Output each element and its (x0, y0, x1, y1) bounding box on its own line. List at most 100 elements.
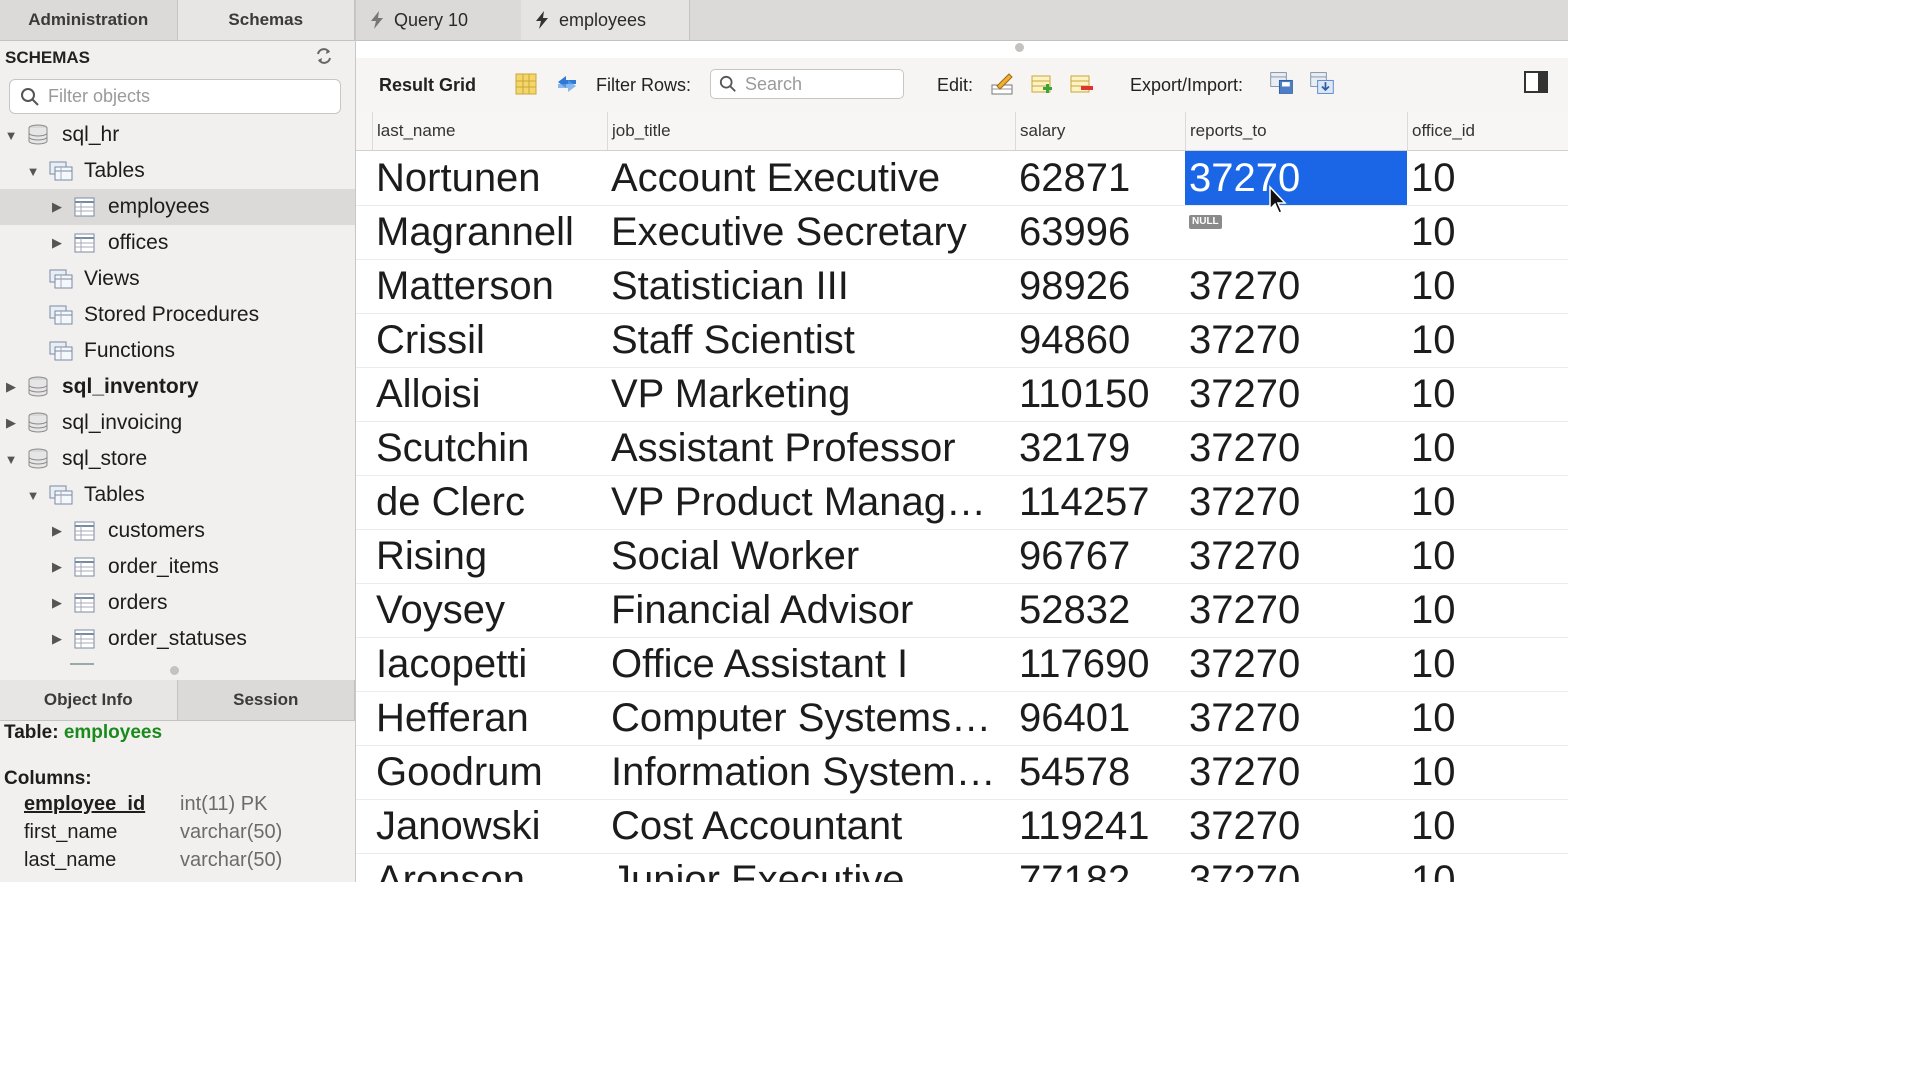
cell-salary[interactable]: 96767 (1015, 529, 1185, 583)
expanded-arrow-icon[interactable]: ▼ (4, 128, 18, 143)
cell-job-title[interactable]: Staff Scientist (607, 313, 1015, 367)
cell-office-id[interactable]: 10 (1407, 637, 1568, 691)
cell-office-id[interactable]: 10 (1407, 367, 1568, 421)
cell-job-title[interactable]: Office Assistant I (607, 637, 1015, 691)
column-header-job-title[interactable]: job_title (607, 112, 1015, 150)
filter-rows-input[interactable] (743, 72, 897, 96)
expanded-arrow-icon[interactable]: ▼ (26, 164, 40, 179)
tree-item-employees[interactable]: ▶ employees (0, 189, 355, 225)
insert-row-icon[interactable] (1029, 71, 1055, 97)
collapsed-arrow-icon[interactable]: ▶ (50, 235, 64, 251)
table-row[interactable]: Aronson Junior Executive 77182 37270 10 (356, 853, 1568, 882)
cell-reports-to[interactable]: 37270 (1185, 475, 1407, 529)
tree-item-sql-inventory[interactable]: ▶ sql_inventory (0, 369, 355, 405)
cell-office-id[interactable]: 10 (1407, 799, 1568, 853)
cell-job-title[interactable]: Junior Executive (607, 853, 1015, 882)
column-header-reports-to[interactable]: reports_to (1185, 112, 1407, 150)
tree-item-stored-procedures[interactable]: Stored Procedures (0, 297, 355, 333)
collapsed-arrow-icon[interactable]: ▶ (4, 379, 18, 395)
editor-resize-handle[interactable] (1015, 43, 1024, 52)
cell-reports-to[interactable]: 37270 (1185, 583, 1407, 637)
tree-item-order-statuses[interactable]: ▶ order_statuses (0, 621, 355, 657)
import-icon[interactable] (1309, 70, 1335, 96)
cell-office-id[interactable]: 10 (1407, 313, 1568, 367)
cell-last-name[interactable]: Matterson (372, 259, 607, 313)
refresh-schemas-icon[interactable] (314, 46, 334, 66)
cell-job-title[interactable]: Statistician III (607, 259, 1015, 313)
cell-salary[interactable]: 114257 (1015, 475, 1185, 529)
cell-salary[interactable]: 63996 (1015, 205, 1185, 259)
cell-job-title[interactable]: Social Worker (607, 529, 1015, 583)
tab-session[interactable]: Session (178, 680, 355, 720)
cell-office-id[interactable]: 10 (1407, 745, 1568, 799)
refresh-results-icon[interactable] (554, 71, 580, 97)
tree-item-tables[interactable]: ▼ Tables (0, 153, 355, 189)
cell-salary[interactable]: 117690 (1015, 637, 1185, 691)
export-icon[interactable] (1269, 70, 1295, 96)
cell-salary[interactable]: 52832 (1015, 583, 1185, 637)
cell-reports-to[interactable]: 37270 (1185, 421, 1407, 475)
table-row[interactable]: Rising Social Worker 96767 37270 10 (356, 529, 1568, 584)
cell-salary[interactable]: 32179 (1015, 421, 1185, 475)
expanded-arrow-icon[interactable]: ▼ (4, 452, 18, 467)
cell-salary[interactable]: 77182 (1015, 853, 1185, 882)
cell-office-id[interactable]: 10 (1407, 205, 1568, 259)
tree-item-tables[interactable]: ▼ Tables (0, 477, 355, 513)
table-row[interactable]: Magrannell Executive Secretary 63996 NULL 10 (356, 205, 1568, 260)
cell-last-name[interactable]: Goodrum (372, 745, 607, 799)
tree-item-sql-invoicing[interactable]: ▶ sql_invoicing (0, 405, 355, 441)
cell-reports-to[interactable]: 37270 (1185, 799, 1407, 853)
cell-salary[interactable]: 54578 (1015, 745, 1185, 799)
cell-job-title[interactable]: Information System… (607, 745, 1015, 799)
cell-salary[interactable]: 62871 (1015, 151, 1185, 205)
expanded-arrow-icon[interactable]: ▼ (26, 488, 40, 503)
cell-office-id[interactable]: 10 (1407, 853, 1568, 882)
tree-item-sql-store[interactable]: ▼ sql_store (0, 441, 355, 477)
cell-last-name[interactable]: Magrannell (372, 205, 607, 259)
filter-objects-field[interactable] (9, 79, 341, 114)
collapsed-arrow-icon[interactable]: ▶ (50, 559, 64, 575)
delete-row-icon[interactable] (1068, 71, 1094, 97)
cell-office-id[interactable]: 10 (1407, 529, 1568, 583)
cell-last-name[interactable]: Crissil (372, 313, 607, 367)
query-tab-query-10[interactable]: Query 10 (356, 0, 522, 40)
tree-item-customers[interactable]: ▶ customers (0, 513, 355, 549)
cell-salary[interactable]: 96401 (1015, 691, 1185, 745)
cell-office-id[interactable]: 10 (1407, 259, 1568, 313)
tree-item-sql-hr[interactable]: ▼ sql_hr (0, 117, 355, 153)
cell-salary[interactable]: 94860 (1015, 313, 1185, 367)
column-header-office-id[interactable]: office_id (1407, 112, 1568, 150)
cell-job-title[interactable]: Assistant Professor (607, 421, 1015, 475)
cell-office-id[interactable]: 10 (1407, 475, 1568, 529)
table-row[interactable]: Iacopetti Office Assistant I 117690 37270 10 (356, 637, 1568, 692)
collapsed-arrow-icon[interactable]: ▶ (50, 199, 64, 215)
cell-last-name[interactable]: Aronson (372, 853, 607, 882)
cell-last-name[interactable]: Voysey (372, 583, 607, 637)
table-row[interactable]: Goodrum Information System… 54578 37270 10 (356, 745, 1568, 800)
grid-layout-icon[interactable] (513, 71, 539, 97)
table-row[interactable]: de Clerc VP Product Manag… 114257 37270 10 (356, 475, 1568, 530)
toggle-side-panel-icon[interactable] (1524, 71, 1548, 93)
cell-last-name[interactable]: Alloisi (372, 367, 607, 421)
cell-reports-to[interactable]: 37270 (1185, 745, 1407, 799)
cell-reports-to[interactable]: 37270 (1185, 691, 1407, 745)
cell-salary[interactable]: 110150 (1015, 367, 1185, 421)
cell-salary[interactable]: 98926 (1015, 259, 1185, 313)
collapsed-arrow-icon[interactable]: ▶ (50, 631, 64, 647)
cell-office-id[interactable]: 10 (1407, 151, 1568, 205)
cell-reports-to[interactable]: 37270 (1185, 151, 1407, 205)
column-header-salary[interactable]: salary (1015, 112, 1185, 150)
collapsed-arrow-icon[interactable]: ▶ (4, 415, 18, 431)
tab-administration[interactable]: Administration (0, 0, 178, 40)
cell-reports-to[interactable]: 37270 (1185, 313, 1407, 367)
cell-salary[interactable]: 119241 (1015, 799, 1185, 853)
cell-reports-to[interactable]: 37270 (1185, 259, 1407, 313)
cell-last-name[interactable]: Nortunen (372, 151, 607, 205)
cell-office-id[interactable]: 10 (1407, 691, 1568, 745)
cell-last-name[interactable]: de Clerc (372, 475, 607, 529)
cell-reports-to[interactable]: 37270 (1185, 367, 1407, 421)
table-row[interactable]: Matterson Statistician III 98926 37270 10 (356, 259, 1568, 314)
cell-job-title[interactable]: VP Product Manag… (607, 475, 1015, 529)
tree-resize-handle[interactable] (170, 666, 179, 675)
cell-office-id[interactable]: 10 (1407, 583, 1568, 637)
